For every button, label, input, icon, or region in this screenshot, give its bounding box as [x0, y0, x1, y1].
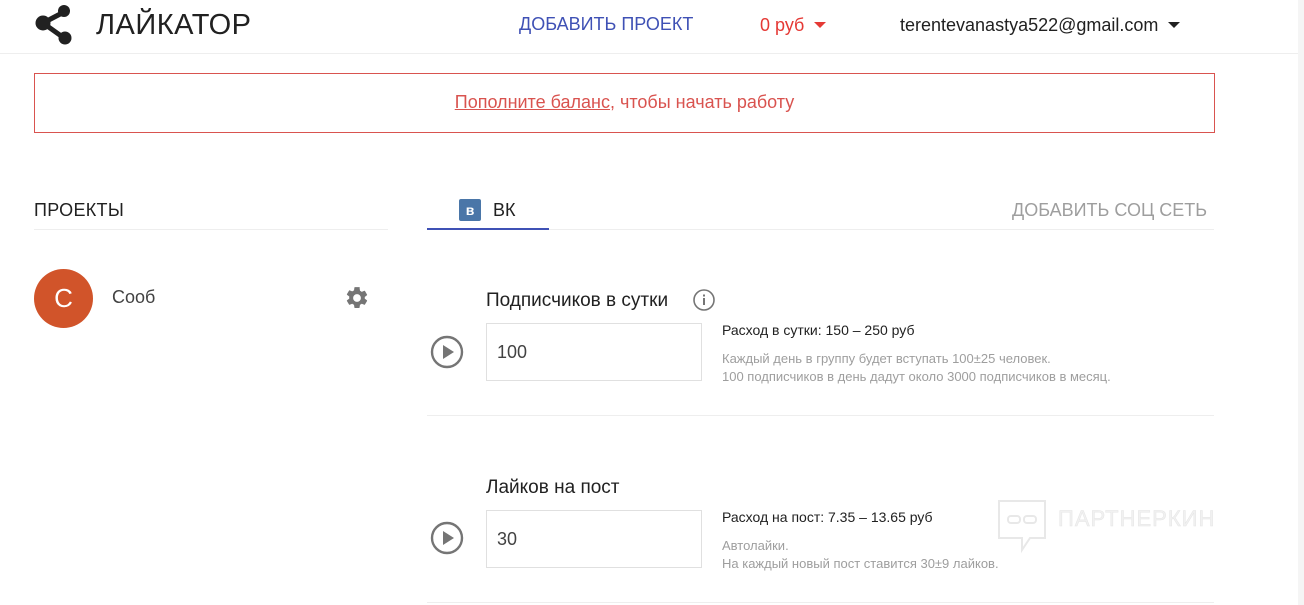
divider — [34, 229, 388, 230]
play-icon[interactable] — [429, 334, 465, 370]
subscribers-setting: Подписчиков в сутки Расход в сутки: 150 … — [427, 286, 1214, 416]
setting-description: Каждый день в группу будет вступать 100±… — [722, 351, 1051, 366]
active-tab-indicator — [427, 228, 549, 230]
top-up-balance-link[interactable]: Пополните баланс — [455, 92, 610, 112]
tab-label: ВК — [493, 200, 516, 220]
caret-down-icon — [814, 21, 827, 28]
setting-description: На каждый новый пост ставится 30±9 лайко… — [722, 556, 999, 571]
post-cost: Расход на пост: 7.35 – 13.65 руб — [722, 509, 933, 525]
user-email: terentevanastya522@gmail.com — [900, 15, 1159, 35]
likes-per-post-input[interactable] — [486, 510, 702, 568]
vk-icon: в — [459, 199, 481, 221]
add-project-link[interactable]: ДОБАВИТЬ ПРОЕКТ — [519, 14, 693, 35]
play-icon[interactable] — [429, 520, 465, 556]
add-social-network-button[interactable]: ДОБАВИТЬ СОЦ СЕТЬ — [1012, 200, 1207, 221]
scrollbar-track[interactable] — [1298, 0, 1304, 605]
balance-value: 0 руб — [760, 15, 805, 35]
avatar: C — [34, 269, 93, 328]
watermark: ПАРТНЕРКИН — [996, 498, 1256, 554]
setting-description: 100 подписчиков в день дадут около 3000 … — [722, 369, 1111, 384]
alert-text: , чтобы начать работу — [609, 92, 795, 112]
subscribers-per-day-input[interactable] — [486, 323, 702, 381]
divider — [427, 602, 1214, 603]
brand-name[interactable]: ЛАЙКАТОР — [96, 9, 252, 42]
setting-title: Лайков на пост — [486, 477, 620, 498]
tab-vk[interactable]: в ВК — [427, 196, 549, 230]
project-name: Сооб — [112, 287, 156, 307]
chat-bubble-icon — [998, 500, 1046, 554]
projects-heading: ПРОЕКТЫ — [34, 200, 125, 220]
setting-title: Подписчиков в сутки — [486, 290, 669, 311]
balance-dropdown[interactable]: 0 руб — [760, 15, 827, 36]
info-icon[interactable] — [692, 288, 716, 312]
share-logo-icon[interactable] — [34, 4, 78, 46]
gear-icon[interactable] — [344, 285, 370, 311]
top-header: ЛАЙКАТОР ДОБАВИТЬ ПРОЕКТ 0 руб terenteva… — [0, 0, 1304, 54]
setting-description: Автолайки. — [722, 538, 789, 553]
daily-cost: Расход в сутки: 150 – 250 руб — [722, 322, 915, 338]
balance-alert: Пополните баланс, чтобы начать работу — [34, 73, 1215, 133]
watermark-text: ПАРТНЕРКИН — [1058, 506, 1216, 532]
user-menu[interactable]: terentevanastya522@gmail.com — [900, 15, 1181, 36]
project-item[interactable]: C Сооб — [34, 268, 374, 330]
caret-down-icon — [1168, 21, 1181, 28]
divider — [427, 415, 1214, 416]
